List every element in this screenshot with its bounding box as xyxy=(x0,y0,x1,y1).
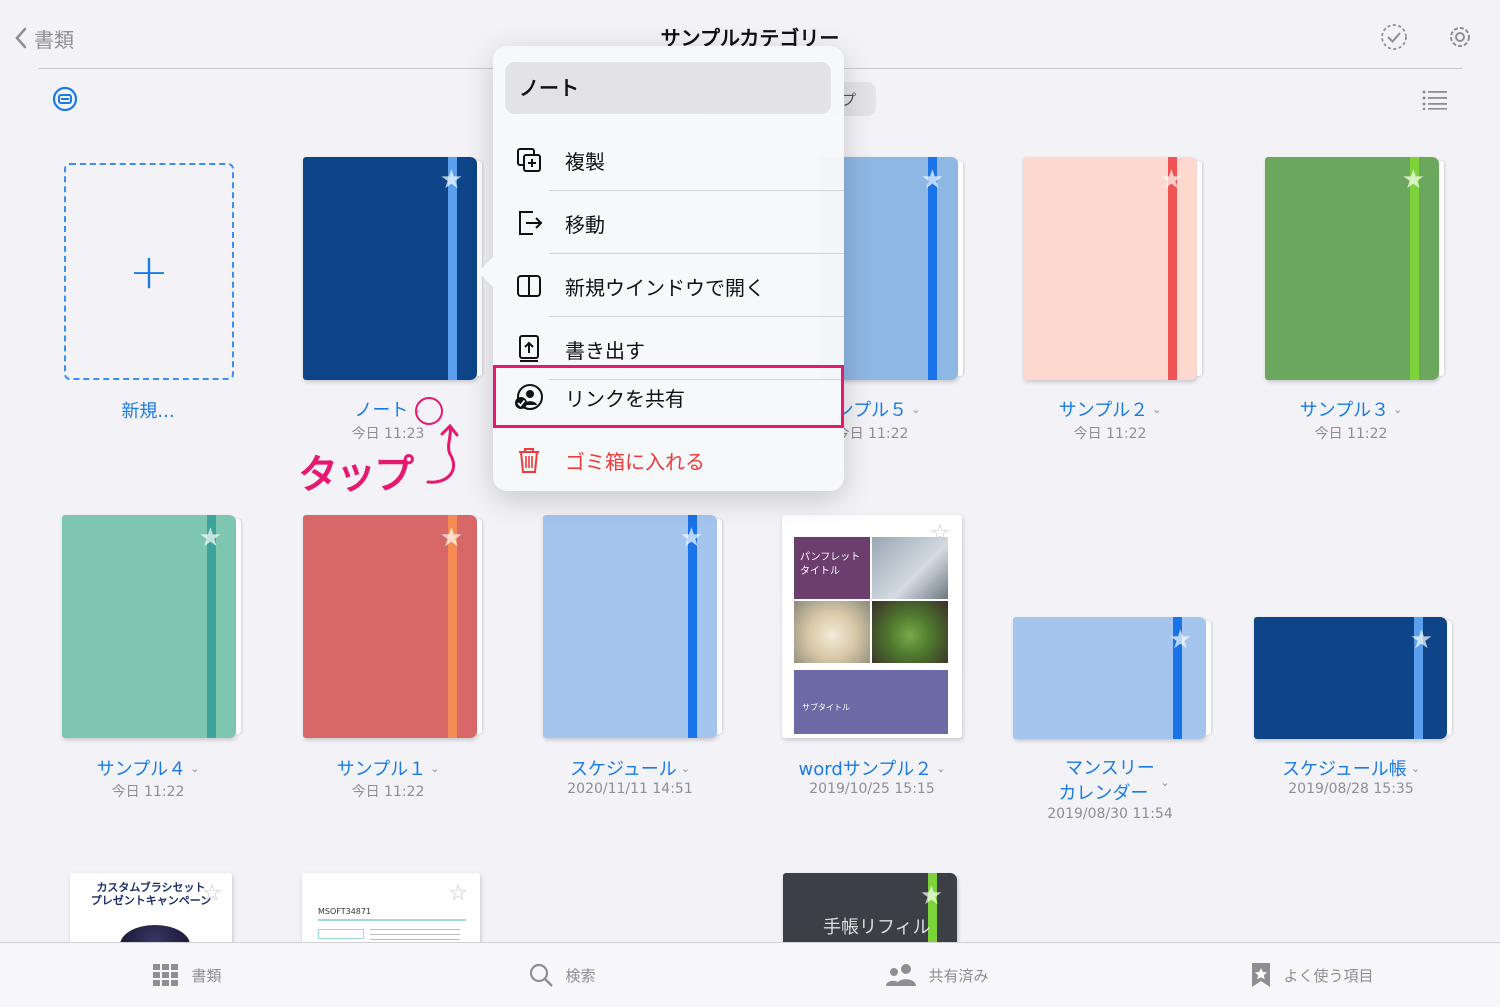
brochure-title-line1: パンフレット xyxy=(800,552,861,563)
document-date: 2019/08/28 15:35 xyxy=(1288,781,1414,797)
star-icon[interactable]: ★ xyxy=(920,883,943,909)
star-icon[interactable]: ☆ xyxy=(202,881,222,906)
gear-icon[interactable] xyxy=(1444,21,1476,53)
document-date: 2019/10/25 15:15 xyxy=(809,781,935,797)
chevron-down-icon[interactable]: ⌄ xyxy=(681,762,690,775)
brochure-subtitle: サブタイトル xyxy=(802,703,850,712)
document-thumbnail[interactable]: ★ xyxy=(62,515,241,738)
tab-favorites[interactable]: よく使う項目 xyxy=(1125,943,1500,1007)
star-icon[interactable]: ★ xyxy=(921,167,944,193)
curved-arrow-icon xyxy=(426,423,459,484)
tab-bar: 書類 検索 共有済み よく使う項目 xyxy=(0,942,1500,1007)
star-icon[interactable]: ★ xyxy=(440,525,463,551)
chevron-down-icon[interactable]: ⌄ xyxy=(1160,776,1169,789)
document-thumbnail[interactable]: ★ xyxy=(543,515,722,738)
document-title[interactable]: スケジュール ⌄ xyxy=(510,757,750,782)
document-thumbnail[interactable]: ★ xyxy=(1013,617,1211,739)
document-title[interactable]: サンプル２ ⌄ xyxy=(990,398,1230,423)
search-icon xyxy=(530,963,554,987)
tab-documents[interactable]: 書類 xyxy=(0,943,375,1007)
document-thumbnail[interactable]: ★ xyxy=(1254,617,1452,739)
document-title[interactable]: マンスリー カレンダー ⌄ xyxy=(990,757,1230,806)
grid-icon xyxy=(153,964,179,986)
menu-item-trash[interactable]: ゴミ箱に入れる xyxy=(493,429,844,491)
duplicate-icon xyxy=(517,148,541,172)
menu-pointer xyxy=(478,256,494,288)
document-thumbnail[interactable]: ★ xyxy=(1265,157,1444,380)
menu-item-new-window[interactable]: 新規ウインドウで開く xyxy=(493,255,844,317)
chevron-down-icon[interactable]: ⌄ xyxy=(1152,403,1161,416)
star-icon[interactable]: ★ xyxy=(680,525,703,551)
sort-filter-icon[interactable] xyxy=(50,84,80,114)
chevron-down-icon[interactable]: ⌄ xyxy=(911,403,920,416)
move-icon xyxy=(519,211,543,235)
document-date: 2020/11/11 14:51 xyxy=(567,781,693,797)
highlight-box xyxy=(493,365,844,428)
menu-header: ノート xyxy=(505,62,831,114)
select-icon[interactable] xyxy=(1378,21,1410,53)
document-thumbnail[interactable]: パンフレット タイトル サブタイトル ☆ xyxy=(782,515,962,738)
document-title-line1: マンスリー xyxy=(1065,758,1155,779)
document-thumbnail[interactable]: ★ xyxy=(303,157,482,380)
chevron-down-icon[interactable]: ⌄ xyxy=(430,762,439,775)
new-document-button[interactable]: + xyxy=(64,163,234,380)
document-title[interactable]: スケジュール帳 ⌄ xyxy=(1231,757,1471,782)
chevron-down-icon[interactable]: ⌄ xyxy=(1411,762,1420,775)
document-date: 今日 11:22 xyxy=(1314,426,1388,442)
document-title[interactable]: wordサンプル２ ⌄ xyxy=(752,757,992,782)
split-view-icon xyxy=(517,275,541,297)
export-icon xyxy=(519,335,539,362)
document-title[interactable]: サンプル４ ⌄ xyxy=(28,757,268,782)
list-view-icon[interactable] xyxy=(1420,86,1450,114)
people-icon xyxy=(886,964,917,986)
document-thumbnail[interactable]: 手帳リフィル ★ xyxy=(783,873,957,953)
document-date: 今日 11:23 xyxy=(351,426,425,442)
new-document-label[interactable]: 新規... xyxy=(28,400,268,424)
document-title[interactable]: サンプル３ ⌄ xyxy=(1231,398,1471,423)
star-icon[interactable]: ★ xyxy=(1169,627,1192,653)
star-icon[interactable]: ★ xyxy=(440,167,463,193)
document-date: 今日 11:22 xyxy=(1073,426,1147,442)
chevron-down-icon[interactable]: ⌄ xyxy=(1393,403,1402,416)
document-date: 2019/08/30 11:54 xyxy=(1047,806,1173,822)
menu-item-duplicate[interactable]: 複製 xyxy=(493,129,844,191)
star-icon[interactable]: ★ xyxy=(1410,627,1433,653)
document-date: 今日 11:22 xyxy=(351,784,425,800)
tap-annotation: タップ xyxy=(298,452,414,498)
star-icon[interactable]: ☆ xyxy=(930,521,950,546)
star-icon[interactable]: ★ xyxy=(1402,167,1425,193)
tab-search[interactable]: 検索 xyxy=(375,943,750,1007)
star-icon[interactable]: ★ xyxy=(199,525,222,551)
document-thumbnail[interactable]: ★ xyxy=(1023,157,1202,380)
trash-icon xyxy=(519,448,539,473)
star-icon[interactable]: ★ xyxy=(1160,167,1183,193)
document-title[interactable]: サンプル１ ⌄ xyxy=(268,757,508,782)
chevron-down-icon[interactable]: ⌄ xyxy=(190,762,199,775)
document-title[interactable]: ノート ⌄ xyxy=(268,398,508,423)
document-thumbnail[interactable]: MSOFT34871 ☆ xyxy=(302,873,480,953)
document-title-line2: カレンダー xyxy=(1058,783,1149,804)
document-code: MSOFT34871 xyxy=(318,907,372,916)
chevron-down-icon[interactable]: ⌄ xyxy=(936,762,945,775)
document-thumbnail[interactable]: カスタムブラシセット プレゼントキャンペーン ☆ xyxy=(70,873,232,953)
brochure-title-line2: タイトル xyxy=(800,566,840,577)
bookmark-star-icon xyxy=(1252,963,1271,987)
document-date: 今日 11:22 xyxy=(111,784,185,800)
notebook-text: 手帳リフィル xyxy=(823,917,931,938)
document-thumbnail[interactable]: ★ xyxy=(303,515,482,738)
star-icon[interactable]: ☆ xyxy=(448,881,468,906)
menu-item-move[interactable]: 移動 xyxy=(493,192,844,254)
tab-shared[interactable]: 共有済み xyxy=(750,943,1125,1007)
